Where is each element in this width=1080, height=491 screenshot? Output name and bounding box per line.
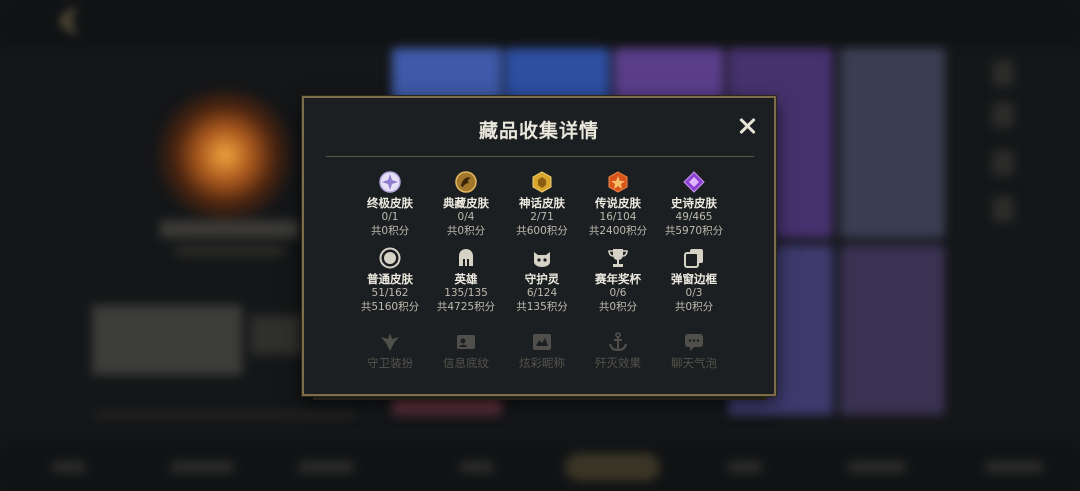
item-count: 0/1	[381, 211, 399, 223]
collection-item-normal[interactable]: 普通皮肤 51/162 共5160积分	[350, 246, 430, 314]
item-label: 信息底纹	[443, 356, 489, 370]
skin-card	[840, 245, 945, 415]
item-label: 神话皮肤	[519, 196, 565, 210]
item-points: 共135积分	[516, 301, 568, 313]
info-card-icon	[457, 335, 475, 349]
item-count: 16/104	[599, 211, 637, 223]
item-count: 51/162	[371, 287, 409, 299]
collection-item-elimination[interactable]: 歼灭效果	[578, 330, 658, 370]
nav-item-blur	[728, 461, 762, 473]
side-icon	[992, 60, 1014, 86]
bottom-nav	[0, 445, 1080, 491]
nickname-icon	[533, 334, 551, 350]
item-count: 2/71	[530, 211, 554, 223]
nav-active-blur	[565, 453, 660, 481]
item-label: 歼灭效果	[595, 356, 641, 370]
item-count: 135/135	[444, 287, 488, 299]
item-points: 共0积分	[446, 225, 486, 237]
item-label: 传说皮肤	[595, 196, 641, 210]
modal-shadow	[313, 396, 767, 400]
item-label: 终极皮肤	[367, 196, 413, 210]
collection-item-nickname[interactable]: 炫彩昵称	[502, 330, 582, 370]
collection-item-trophy[interactable]: 赛年奖杯 0/6 共0积分	[578, 246, 658, 314]
item-points: 共2400积分	[588, 225, 648, 237]
item-label: 普通皮肤	[367, 272, 413, 286]
side-icon	[992, 196, 1014, 222]
side-icon	[992, 102, 1014, 128]
collection-item-frame[interactable]: 弹窗边框 0/3 共0积分	[654, 246, 734, 314]
champion-helmet-icon	[459, 249, 473, 266]
item-points: 共5160积分	[360, 301, 420, 313]
item-label: 守卫装扮	[367, 356, 413, 370]
nav-item-blur	[985, 461, 1043, 473]
exalted-skin-icon	[455, 171, 477, 193]
item-label: 赛年奖杯	[595, 272, 641, 286]
guardian-spirit-icon	[534, 252, 550, 267]
item-points: 共0积分	[370, 225, 410, 237]
nav-item-blur	[52, 461, 86, 473]
collection-item-mythic[interactable]: 神话皮肤 2/71 共600积分	[502, 170, 582, 238]
item-points: 共4725积分	[436, 301, 496, 313]
nav-item-blur	[460, 461, 494, 473]
item-count: 49/465	[675, 211, 713, 223]
item-label: 守护灵	[524, 272, 560, 286]
legendary-skin-icon	[608, 171, 628, 193]
normal-skin-icon	[379, 247, 401, 269]
ultimate-skin-icon	[379, 171, 401, 193]
item-count: 0/4	[457, 211, 475, 223]
emblem-image	[150, 90, 300, 220]
trophy-icon	[608, 249, 628, 267]
modal-title: 藏品收集详情	[478, 120, 599, 142]
collection-item-ward[interactable]: 守卫装扮	[350, 330, 430, 370]
close-icon[interactable]	[737, 116, 759, 138]
collection-item-champion[interactable]: 英雄 135/135 共4725积分	[426, 246, 506, 314]
side-icon	[992, 150, 1014, 176]
item-count: 0/3	[685, 287, 703, 299]
top-bar	[0, 0, 1080, 44]
item-label: 聊天气泡	[671, 356, 717, 370]
frame-icon	[684, 249, 703, 268]
item-label: 英雄	[454, 272, 478, 286]
ward-skin-icon	[381, 333, 399, 351]
chat-bubble-icon	[685, 334, 703, 351]
item-label: 典藏皮肤	[443, 196, 489, 210]
collection-item-info-card[interactable]: 信息底纹	[426, 330, 506, 370]
nav-item-blur	[298, 461, 354, 473]
nav-item-blur	[170, 461, 234, 473]
item-points: 共0积分	[598, 301, 638, 313]
collection-item-chat-bubble[interactable]: 聊天气泡	[654, 330, 734, 370]
item-count: 0/6	[609, 287, 627, 299]
profile-name-blur	[160, 220, 300, 238]
collection-item-ultimate[interactable]: 终极皮肤 0/1 共0积分	[350, 170, 430, 238]
collection-item-legendary[interactable]: 传说皮肤 16/104 共2400积分	[578, 170, 658, 238]
item-points: 共600积分	[516, 225, 568, 237]
left-card-blur	[92, 305, 242, 375]
item-label: 弹窗边框	[671, 272, 717, 286]
item-count: 6/124	[526, 287, 558, 299]
collection-item-epic[interactable]: 史诗皮肤 49/465 共5970积分	[654, 170, 734, 238]
anchor-icon	[609, 332, 627, 352]
mythic-skin-icon	[532, 171, 552, 193]
epic-skin-icon	[683, 171, 705, 193]
nav-item-blur	[848, 461, 906, 473]
item-label: 史诗皮肤	[671, 196, 717, 210]
collection-item-guardian[interactable]: 守护灵 6/124 共135积分	[502, 246, 582, 314]
item-points: 共5970积分	[664, 225, 724, 237]
item-label: 炫彩昵称	[519, 356, 565, 370]
item-points: 共0积分	[674, 301, 714, 313]
profile-sub-blur	[175, 246, 285, 256]
left-card2-blur	[250, 315, 305, 355]
collection-details-modal: 藏品收集详情 终极皮肤 0/1 共0积分 典藏皮肤 0/4 共0积分 神话皮肤 …	[302, 96, 776, 396]
collection-item-exalted[interactable]: 典藏皮肤 0/4 共0积分	[426, 170, 506, 238]
title-divider	[326, 156, 754, 157]
skin-card	[840, 48, 945, 238]
